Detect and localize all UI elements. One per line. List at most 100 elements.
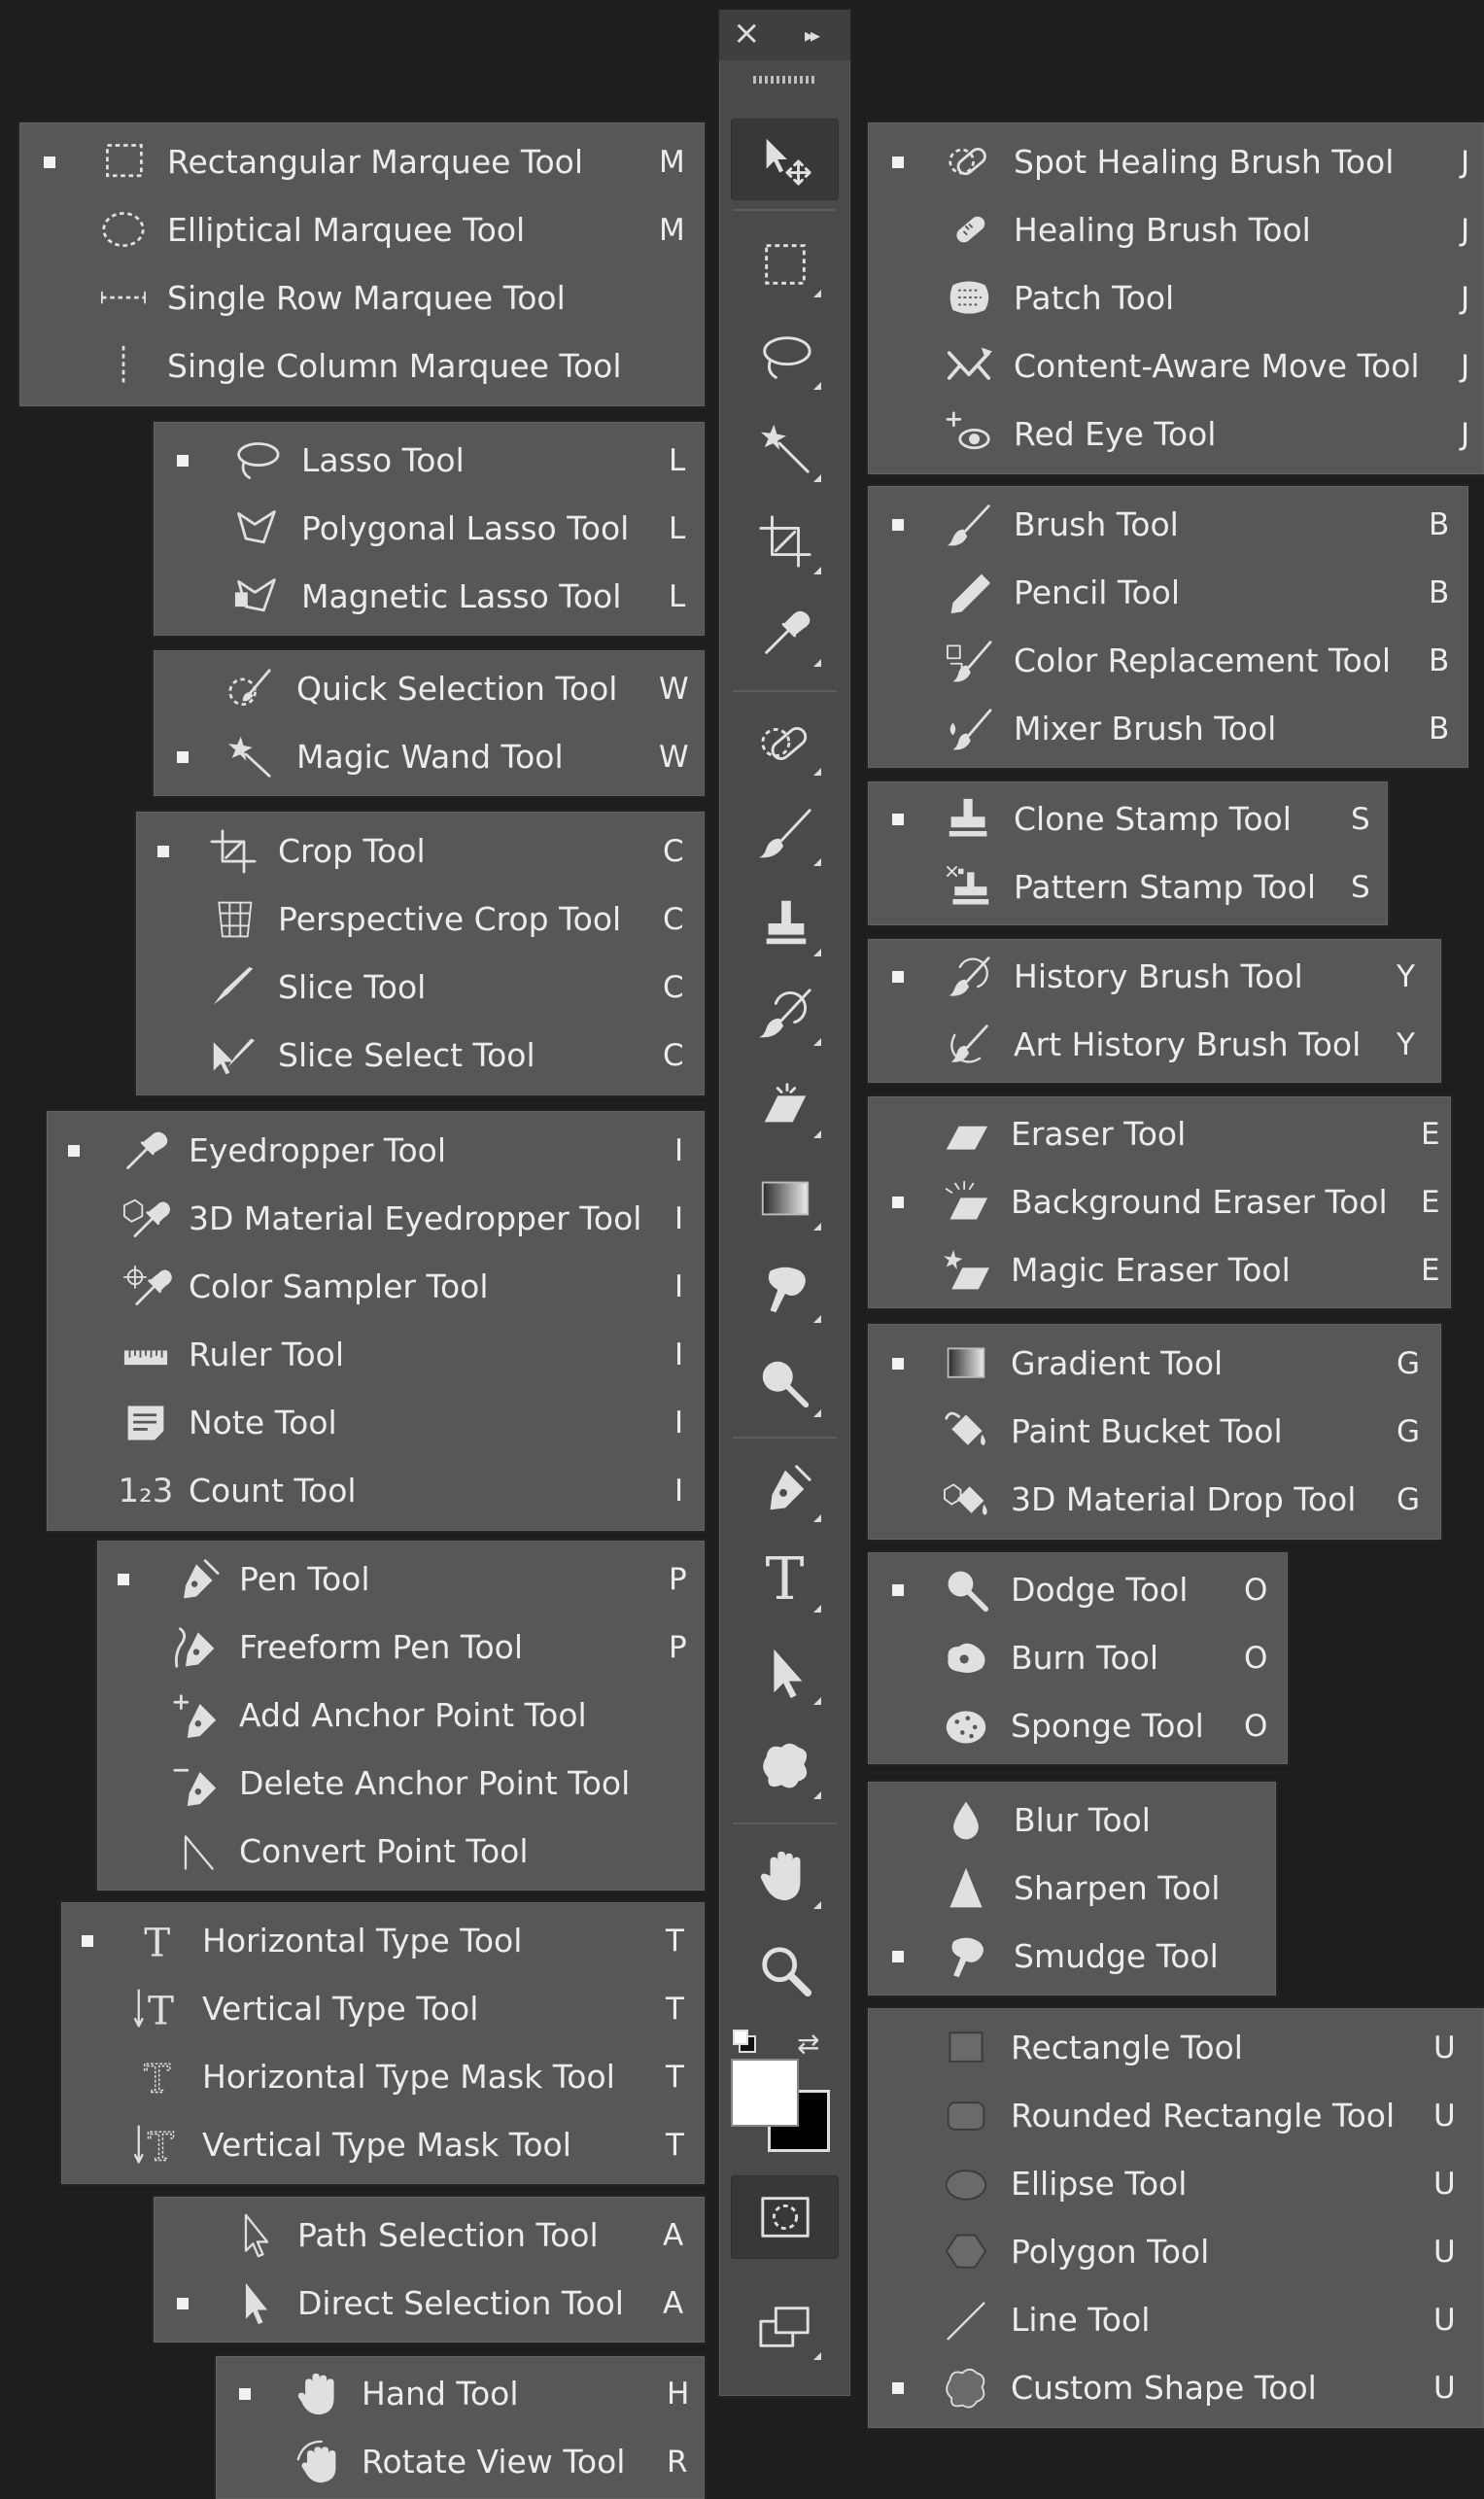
toolbar-crop-tool[interactable] <box>731 501 839 582</box>
menu-item-brush-tool[interactable]: Brush Tool B <box>868 491 1468 559</box>
menu-item-background-eraser-tool[interactable]: Background Eraser Tool E <box>868 1168 1451 1236</box>
menu-item-eyedropper-tool[interactable]: Eyedropper Tool I <box>47 1117 705 1185</box>
menu-item-slice-tool[interactable]: Slice Tool C <box>136 954 705 1022</box>
menu-item-rectangular-marquee-tool[interactable]: Rectangular Marquee Tool M <box>19 128 705 196</box>
menu-item-pattern-stamp-tool[interactable]: Pattern Stamp Tool S <box>868 853 1388 921</box>
screen-mode-button[interactable] <box>731 2286 839 2368</box>
menu-item-sponge-tool[interactable]: Sponge Tool O <box>868 1692 1288 1760</box>
menu-item-burn-tool[interactable]: Burn Tool O <box>868 1624 1288 1692</box>
menu-item-clone-stamp-tool[interactable]: Clone Stamp Tool S <box>868 785 1388 853</box>
type-icon: T <box>765 1545 805 1614</box>
menu-item-smudge-tool[interactable]: Smudge Tool <box>868 1923 1276 1991</box>
gradient-icon <box>761 1181 809 1216</box>
toolbar-magic-wand-tool[interactable] <box>731 408 839 490</box>
menu-item-dodge-tool[interactable]: Dodge Tool O <box>868 1556 1288 1624</box>
menu-item-ellipse-tool[interactable]: Ellipse Tool U <box>868 2150 1484 2218</box>
toolbar-spot-healing-tool[interactable] <box>731 702 839 783</box>
menu-item-freeform-pen-tool[interactable]: Freeform Pen Tool P <box>97 1614 705 1682</box>
toolbar-lasso-tool[interactable] <box>731 316 839 398</box>
menu-item-line-tool[interactable]: Line Tool U <box>868 2286 1484 2354</box>
menu-item-eraser-tool[interactable]: Eraser Tool E <box>868 1100 1451 1168</box>
foreground-color-swatch[interactable] <box>731 2059 799 2127</box>
menu-item-3d-material-eyedropper-tool[interactable]: 3D Material Eyedropper Tool I <box>47 1185 705 1253</box>
marquee-icon <box>764 244 806 285</box>
menu-item-polygon-tool[interactable]: Polygon Tool U <box>868 2218 1484 2286</box>
shortcut-key: L <box>669 443 686 478</box>
menu-item-add-anchor-point-tool[interactable]: Add Anchor Point Tool <box>97 1682 705 1750</box>
menu-item-history-brush-tool[interactable]: History Brush Tool Y <box>868 943 1441 1011</box>
default-colors-icon[interactable] <box>733 2030 756 2053</box>
menu-item-direct-selection-tool[interactable]: Direct Selection Tool A <box>154 2270 705 2338</box>
toolbar-move-tool[interactable] <box>731 119 839 200</box>
menu-item-ruler-tool[interactable]: Ruler Tool I <box>47 1321 705 1389</box>
swap-colors-icon[interactable]: ⇄ <box>797 2028 819 2060</box>
menu-item-paint-bucket-tool[interactable]: Paint Bucket Tool G <box>868 1398 1441 1466</box>
toolbar-eyedropper-tool[interactable] <box>731 593 839 675</box>
menu-item-color-sampler-tool[interactable]: Color Sampler Tool I <box>47 1253 705 1321</box>
shortcut-key: H <box>667 2376 690 2412</box>
menu-item-art-history-brush-tool[interactable]: Art History Brush Tool Y <box>868 1011 1441 1079</box>
menu-item-lasso-tool[interactable]: Lasso Tool L <box>154 427 705 495</box>
menu-item-magic-eraser-tool[interactable]: Magic Eraser Tool E <box>868 1236 1451 1304</box>
menu-item-elliptical-marquee-tool[interactable]: Elliptical Marquee Tool M <box>19 196 705 264</box>
toolbar-type-tool[interactable]: T <box>731 1539 839 1620</box>
menu-item-rotate-view-tool[interactable]: Rotate View Tool R <box>216 2428 705 2496</box>
toolbar-brush-tool[interactable] <box>731 792 839 874</box>
menu-item-convert-point-tool[interactable]: Convert Point Tool <box>97 1818 705 1886</box>
quick-mask-button[interactable] <box>731 2175 839 2259</box>
toolbar-clone-stamp-tool[interactable] <box>731 883 839 964</box>
menu-item-single-column-marquee-tool[interactable]: Single Column Marquee Tool <box>19 332 705 400</box>
brush-icon <box>938 501 1000 549</box>
menu-item-vertical-type-mask-tool[interactable]: T Vertical Type Mask Tool T <box>61 2111 705 2179</box>
close-icon[interactable]: × <box>733 14 761 52</box>
menu-item-vertical-type-tool[interactable]: T Vertical Type Tool T <box>61 1975 705 2043</box>
eyedropper-icon <box>764 610 810 654</box>
menu-item-blur-tool[interactable]: Blur Tool <box>868 1787 1276 1855</box>
menu-item-slice-select-tool[interactable]: Slice Select Tool C <box>136 1022 705 1090</box>
menu-item-horizontal-type-mask-tool[interactable]: T Horizontal Type Mask Tool T <box>61 2043 705 2111</box>
menu-item-magic-wand-tool[interactable]: Magic Wand Tool W <box>154 723 705 791</box>
menu-item-color-replacement-tool[interactable]: Color Replacement Tool B <box>868 627 1468 695</box>
toolbar-pen-tool[interactable] <box>731 1448 839 1530</box>
menu-item-perspective-crop-tool[interactable]: Perspective Crop Tool C <box>136 885 705 954</box>
menu-item-sharpen-tool[interactable]: Sharpen Tool <box>868 1855 1276 1923</box>
toolbar-zoom-tool[interactable] <box>731 1929 839 2011</box>
menu-item-patch-tool[interactable]: Patch Tool J <box>868 264 1484 332</box>
toolbar-custom-shape-tool[interactable] <box>731 1725 839 1807</box>
menu-item-label: Dodge Tool <box>1011 1571 1189 1609</box>
menu-item-note-tool[interactable]: Note Tool I <box>47 1389 705 1457</box>
shortcut-key: C <box>663 902 684 937</box>
toolbar-hand-tool[interactable] <box>731 1835 839 1917</box>
menu-item-quick-selection-tool[interactable]: Quick Selection Tool W <box>154 655 705 723</box>
menu-item-crop-tool[interactable]: Crop Tool C <box>136 817 705 885</box>
menu-item-3d-material-drop-tool[interactable]: 3D Material Drop Tool G <box>868 1466 1441 1534</box>
menu-item-rectangle-tool[interactable]: Rectangle Tool U <box>868 2014 1484 2082</box>
menu-item-delete-anchor-point-tool[interactable]: Delete Anchor Point Tool <box>97 1750 705 1818</box>
menu-item-red-eye-tool[interactable]: Red Eye Tool J <box>868 400 1484 469</box>
panel-grip[interactable] <box>753 76 816 84</box>
menu-item-content-aware-move-tool[interactable]: Content-Aware Move Tool J <box>868 332 1484 400</box>
toolbar-path-selection-tool[interactable] <box>731 1631 839 1713</box>
menu-item-rounded-rectangle-tool[interactable]: Rounded Rectangle Tool U <box>868 2082 1484 2150</box>
toolbar-eraser-tool[interactable] <box>731 1064 839 1146</box>
toolbar-history-brush-tool[interactable] <box>731 972 839 1054</box>
menu-item-spot-healing-brush-tool[interactable]: Spot Healing Brush Tool J <box>868 128 1484 196</box>
menu-item-count-tool[interactable]: 1₂3 Count Tool I <box>47 1457 705 1525</box>
toolbar-smudge-tool[interactable] <box>731 1249 839 1331</box>
menu-item-polygonal-lasso-tool[interactable]: Polygonal Lasso Tool L <box>154 495 705 563</box>
toolbar-gradient-tool[interactable] <box>731 1157 839 1238</box>
menu-item-path-selection-tool[interactable]: Path Selection Tool A <box>154 2202 705 2270</box>
menu-item-healing-brush-tool[interactable]: Healing Brush Tool J <box>868 196 1484 264</box>
menu-item-hand-tool[interactable]: Hand Tool H <box>216 2360 705 2428</box>
menu-item-custom-shape-tool[interactable]: Custom Shape Tool U <box>868 2354 1484 2422</box>
menu-item-pen-tool[interactable]: Pen Tool P <box>97 1545 705 1614</box>
menu-item-gradient-tool[interactable]: Gradient Tool G <box>868 1330 1441 1398</box>
toolbar-dodge-tool[interactable] <box>731 1343 839 1425</box>
collapse-icon[interactable]: ▸▸ <box>805 23 820 47</box>
menu-item-pencil-tool[interactable]: Pencil Tool B <box>868 559 1468 627</box>
menu-item-single-row-marquee-tool[interactable]: Single Row Marquee Tool <box>19 264 705 332</box>
menu-item-horizontal-type-tool[interactable]: T Horizontal Type Tool T <box>61 1907 705 1975</box>
menu-item-mixer-brush-tool[interactable]: Mixer Brush Tool B <box>868 695 1468 763</box>
toolbar-marquee-tool[interactable] <box>731 224 839 305</box>
menu-item-magnetic-lasso-tool[interactable]: Magnetic Lasso Tool L <box>154 563 705 631</box>
